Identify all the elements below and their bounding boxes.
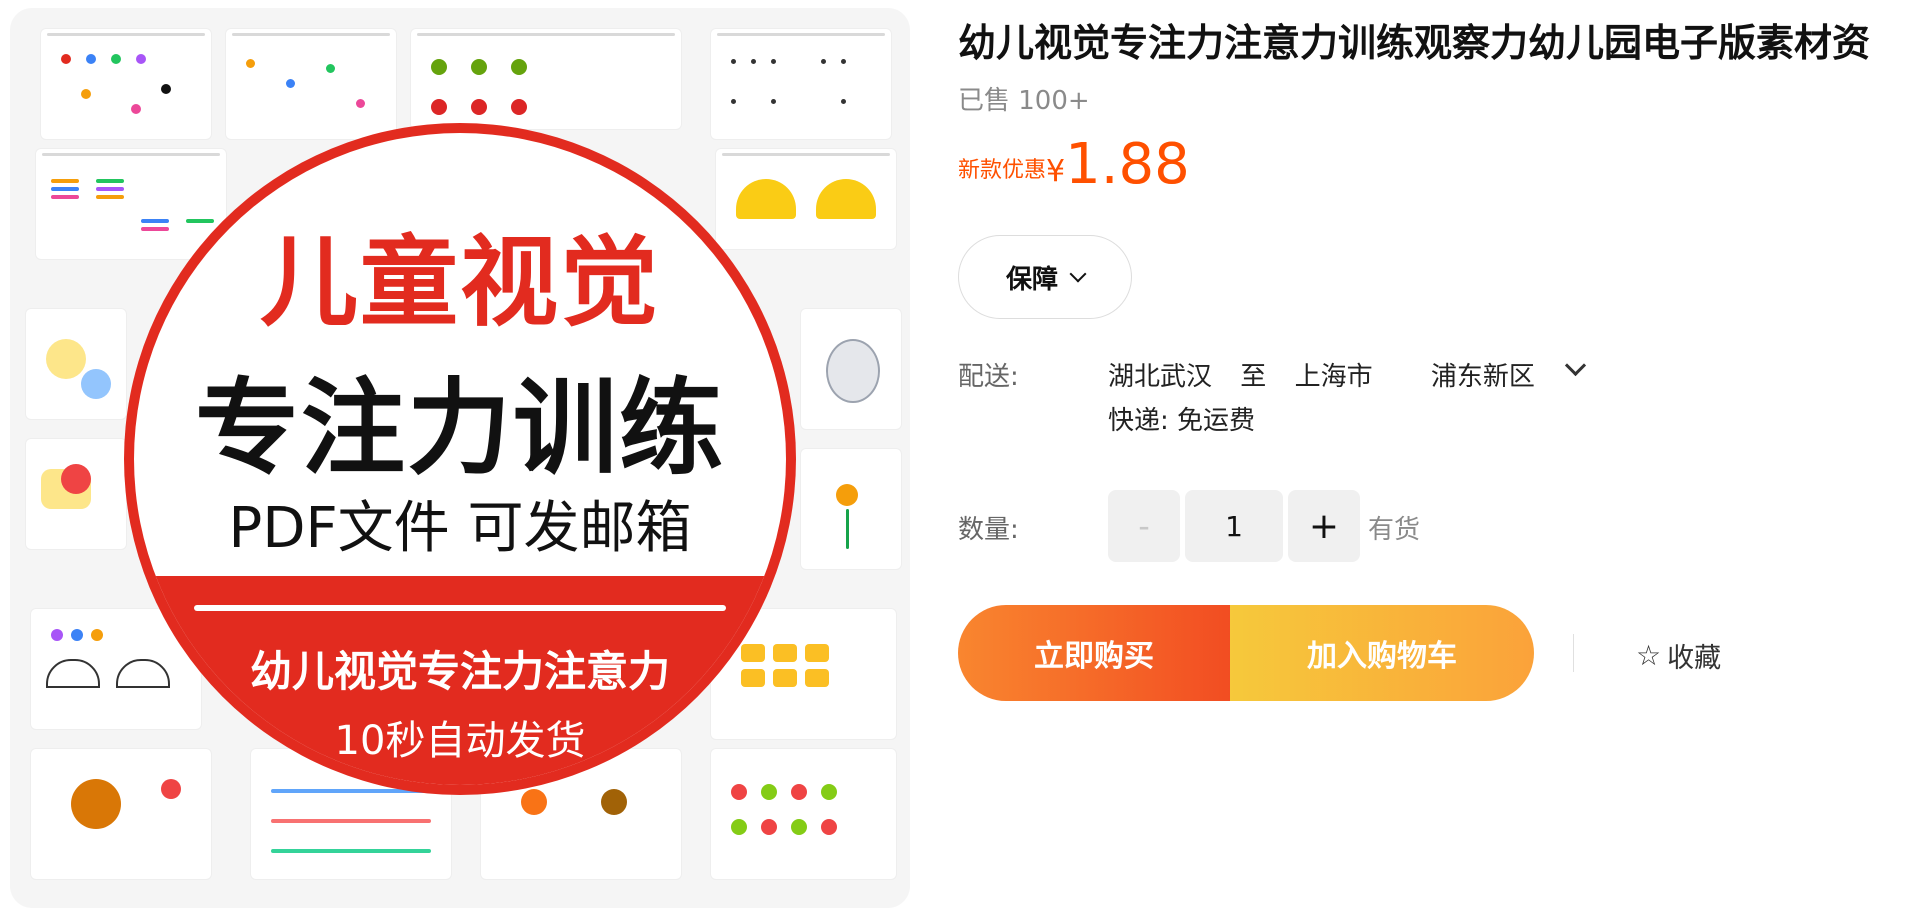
worksheet-thumbnail bbox=[710, 28, 892, 140]
ship-district: 浦东新区 bbox=[1430, 362, 1535, 392]
worksheet-thumbnail bbox=[410, 28, 682, 130]
buy-now-button[interactable]: 立即购买 bbox=[958, 605, 1230, 701]
price-row: 新款优惠¥1.88 bbox=[958, 132, 1190, 197]
image-red-band: 幼儿视觉专注力注意力 10秒自动发货 bbox=[134, 576, 786, 785]
chevron-down-icon[interactable] bbox=[1564, 354, 1587, 377]
favorite-button[interactable]: ☆ 收藏 bbox=[1636, 636, 1721, 675]
star-icon: ☆ bbox=[1636, 639, 1662, 672]
worksheet-thumbnail bbox=[800, 448, 902, 570]
worksheet-thumbnail bbox=[225, 28, 397, 140]
band-divider bbox=[194, 605, 726, 611]
image-band-title: 幼儿视觉专注力注意力 bbox=[249, 647, 670, 696]
quantity-decrease-button[interactable]: - bbox=[1108, 490, 1180, 562]
stock-status: 有货 bbox=[1368, 515, 1421, 545]
chevron-down-icon bbox=[1069, 265, 1087, 283]
image-file-note: PDF文件 可发邮箱 bbox=[228, 496, 692, 561]
worksheet-thumbnail bbox=[40, 28, 212, 140]
shipping-label: 配送: bbox=[958, 362, 1019, 392]
ship-city: 上海市 bbox=[1294, 362, 1373, 392]
worksheet-thumbnail bbox=[800, 308, 902, 430]
quantity-increase-button[interactable]: + bbox=[1288, 490, 1360, 562]
image-subheadline: 专注力训练 bbox=[194, 367, 725, 489]
promo-label: 新款优惠 bbox=[958, 158, 1047, 183]
sold-count: 已售 100+ bbox=[958, 86, 1090, 116]
guarantee-button[interactable]: 保障 bbox=[958, 235, 1132, 319]
product-title: 幼儿视觉专注力注意力训练观察力幼儿园电子版素材资 bbox=[958, 21, 1871, 65]
express-info: 快递: 免运费 bbox=[1108, 406, 1256, 436]
ship-from: 湖北武汉 bbox=[1108, 362, 1213, 392]
favorite-label: 收藏 bbox=[1667, 643, 1722, 674]
worksheet-thumbnail bbox=[25, 438, 127, 550]
currency-symbol: ¥ bbox=[1046, 154, 1066, 189]
promo-badge-inner: 儿童视觉 专注力训练 PDF文件 可发邮箱 幼儿视觉专注力注意力 10秒自动发货 bbox=[134, 133, 786, 785]
ship-to-word: 至 bbox=[1240, 362, 1267, 392]
shipping-route[interactable]: 湖北武汉 至 上海市 浦东新区 bbox=[1108, 356, 1555, 393]
guarantee-label: 保障 bbox=[1005, 264, 1058, 295]
divider bbox=[1573, 634, 1574, 672]
promo-badge-circle: 儿童视觉 专注力训练 PDF文件 可发邮箱 幼儿视觉专注力注意力 10秒自动发货 bbox=[124, 123, 796, 795]
price-amount: 1.88 bbox=[1065, 132, 1190, 197]
worksheet-thumbnail bbox=[25, 308, 127, 420]
image-headline: 儿童视觉 bbox=[259, 226, 660, 340]
image-band-subtitle: 10秒自动发货 bbox=[334, 718, 586, 764]
quantity-label: 数量: bbox=[958, 515, 1019, 545]
quantity-input[interactable]: 1 bbox=[1185, 490, 1283, 562]
add-to-cart-button[interactable]: 加入购物车 bbox=[1230, 605, 1534, 701]
product-image[interactable]: 儿童视觉 专注力训练 PDF文件 可发邮箱 幼儿视觉专注力注意力 10秒自动发货 bbox=[10, 8, 910, 908]
